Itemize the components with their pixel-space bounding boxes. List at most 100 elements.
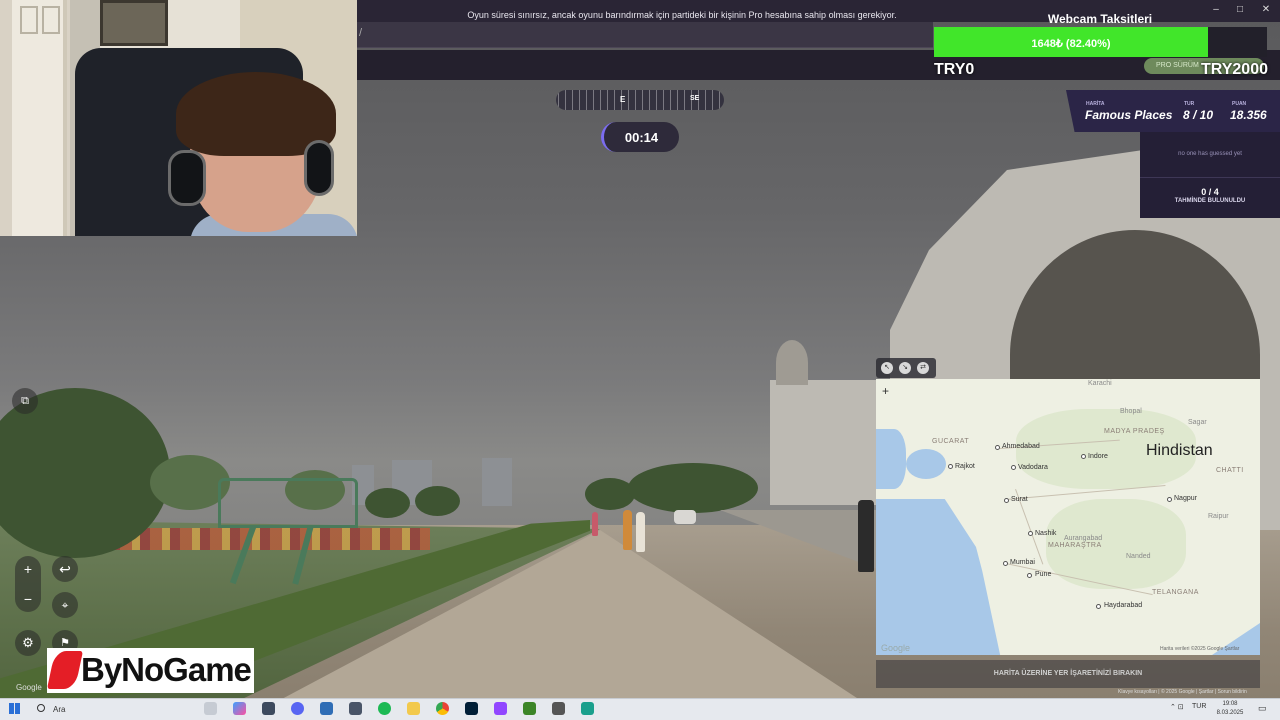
map-zoom-in-button[interactable]: + xyxy=(882,384,889,398)
zoom-out-button[interactable]: − xyxy=(15,591,41,607)
taskbar-time: 19:08 xyxy=(1222,701,1238,707)
taskbar-clock[interactable]: 19:08 8.03.2025 xyxy=(1208,700,1252,718)
arabian-sea xyxy=(876,499,1001,655)
task-view-icon[interactable] xyxy=(204,702,217,715)
map-value: Famous Places xyxy=(1085,108,1173,122)
tree xyxy=(415,486,460,516)
city-dot xyxy=(1004,498,1009,503)
maximize-button[interactable]: □ xyxy=(1232,4,1248,18)
map-label: HARİTA xyxy=(1086,101,1105,107)
taskbar-search-label[interactable]: Ara xyxy=(53,705,65,714)
streetview-attribution: Klavye kısayolları | © 2025 Google | Şar… xyxy=(1118,689,1247,695)
zoom-in-button[interactable]: + xyxy=(15,561,41,577)
round-timer: 00:14 xyxy=(601,122,679,152)
city-dot xyxy=(1167,497,1172,502)
map-city-label: Bhopal xyxy=(1120,408,1142,415)
map-pin-icon[interactable]: ⇄ xyxy=(917,362,929,374)
report-icon[interactable]: ⧉ xyxy=(12,388,38,414)
map-city-label: Aurangabad xyxy=(1064,535,1103,542)
place-marker-prompt: HARİTA ÜZERİNE YER İŞARETİNİZİ BIRAKIN xyxy=(876,660,1260,688)
location-pin-icon[interactable]: ⌖ xyxy=(52,592,78,618)
door xyxy=(12,0,67,236)
score-label: PUAN xyxy=(1232,101,1247,107)
notification-icon[interactable]: ▭ xyxy=(1258,703,1267,714)
minimize-button[interactable]: – xyxy=(1208,4,1224,18)
tree xyxy=(585,478,635,510)
round-label: TUR xyxy=(1184,101,1195,107)
map-city-label: Karachi xyxy=(1088,380,1112,387)
car xyxy=(674,510,696,524)
search-icon[interactable] xyxy=(37,704,45,712)
gulf xyxy=(906,449,946,479)
address-bar[interactable]: / xyxy=(357,22,933,48)
guesses-found-label: TAHMİNDE BULUNULDU xyxy=(1174,198,1246,204)
compass-east: E xyxy=(620,95,626,104)
app-icon[interactable] xyxy=(262,702,275,715)
file-explorer-icon[interactable] xyxy=(407,702,420,715)
chrome-icon[interactable] xyxy=(436,702,449,715)
tray-icons[interactable]: ⌃ ⊡ xyxy=(1170,703,1184,711)
visitor xyxy=(623,510,632,550)
photoshop-icon[interactable] xyxy=(465,702,478,715)
map-city-label: Surat xyxy=(1011,496,1028,503)
map-country-label: Hindistan xyxy=(1146,442,1213,459)
headphones-icon xyxy=(168,150,206,206)
map-shrink-icon[interactable]: ↘ xyxy=(899,362,911,374)
tree xyxy=(628,463,758,513)
twitch-icon[interactable] xyxy=(494,702,507,715)
round-value: 8 / 10 xyxy=(1183,108,1214,122)
map-attribution: Harita verileri ©2025 Google Şartlar xyxy=(1160,646,1240,652)
language-indicator[interactable]: TUR xyxy=(1192,703,1206,710)
guesses-divider xyxy=(1140,177,1280,178)
city-dot xyxy=(1096,604,1101,609)
map-city-label: Haydarabad xyxy=(1104,602,1143,609)
guesses-panel xyxy=(1140,132,1280,218)
map-google-logo: Google xyxy=(881,643,911,653)
back-to-start-button[interactable]: ↩ xyxy=(52,556,78,582)
close-button[interactable]: ✕ xyxy=(1258,4,1274,18)
map-state-label: CHATTI xyxy=(1216,467,1244,474)
app-icon[interactable] xyxy=(349,702,362,715)
streetview-google-logo: Google xyxy=(16,683,42,692)
map-city-label: Raipur xyxy=(1208,513,1229,520)
visitor xyxy=(636,512,645,552)
map-city-label: Nanded xyxy=(1126,553,1151,560)
map-city-label: Sagar xyxy=(1188,419,1207,426)
map-city-label: Pune xyxy=(1035,571,1052,578)
map-city-label: Vadodara xyxy=(1018,464,1048,471)
guesses-empty-text: no one has guessed yet xyxy=(1178,151,1242,157)
city-dot xyxy=(1028,531,1033,536)
donation-title: Webcam Taksitleri xyxy=(1047,12,1153,26)
tree xyxy=(365,488,410,518)
spotify-icon[interactable] xyxy=(378,702,391,715)
map-state-label: TELANGANA xyxy=(1152,589,1199,596)
map-city-label: Mumbai xyxy=(1010,559,1035,566)
sea xyxy=(876,429,906,489)
settings-gear-icon[interactable]: ⚙ xyxy=(15,630,41,656)
app-icon[interactable] xyxy=(320,702,333,715)
windows-start-icon[interactable] xyxy=(9,703,20,714)
donation-max-label: TRY2000 xyxy=(1201,61,1268,78)
score-value: 18.356 xyxy=(1230,108,1267,122)
map-state-label: MAHARAŞTRA xyxy=(1048,542,1102,549)
wall-picture xyxy=(100,0,168,46)
map-expand-icon[interactable]: ↖ xyxy=(881,362,893,374)
city-dot xyxy=(1011,465,1016,470)
donation-min-label: TRY0 xyxy=(934,61,975,78)
map-city-label: Ahmedabad xyxy=(1002,443,1040,450)
copilot-icon[interactable] xyxy=(233,702,246,715)
notice-text: Oyun süresi sınırsız, ancak oyunu barınd… xyxy=(467,10,897,20)
city-dot xyxy=(995,445,1000,450)
minecraft-icon[interactable] xyxy=(523,702,536,715)
app-icon[interactable] xyxy=(581,702,594,715)
building-dome xyxy=(776,340,808,385)
webcam-feed xyxy=(0,0,357,236)
garden-structure xyxy=(218,478,358,528)
city-dot xyxy=(1081,454,1086,459)
city-dot xyxy=(1027,573,1032,578)
discord-icon[interactable] xyxy=(291,702,304,715)
windows-taskbar xyxy=(0,698,1280,720)
app-icon[interactable] xyxy=(552,702,565,715)
donation-progress-text: 1648₺ (82.40%) xyxy=(1031,38,1111,50)
visitor xyxy=(858,500,874,572)
